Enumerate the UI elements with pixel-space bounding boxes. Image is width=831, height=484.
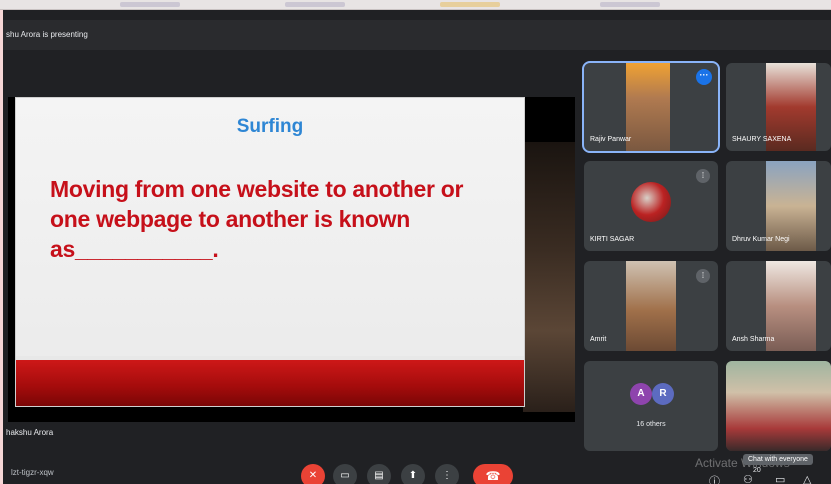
browser-tab[interactable] bbox=[120, 2, 180, 7]
muted-mic-icon: ⁞ bbox=[696, 269, 710, 283]
presenter-name: hakshu Arora bbox=[6, 428, 54, 437]
participant-video bbox=[626, 63, 670, 151]
participant-avatar bbox=[631, 182, 671, 222]
camera-icon[interactable]: ▭ bbox=[333, 464, 357, 484]
participant-tile[interactable]: ⁞ Amrit bbox=[584, 261, 718, 351]
present-now-icon[interactable]: ⬆ bbox=[401, 464, 425, 484]
participant-tile[interactable]: ··· Rajiv Panwar bbox=[582, 61, 720, 153]
meeting-code: lzt-tigzr-xqw bbox=[11, 468, 54, 477]
presenter-background-image bbox=[523, 142, 575, 412]
mic-off-icon[interactable]: ✕ bbox=[301, 464, 325, 484]
slide-footer-band bbox=[16, 356, 524, 406]
participant-tile[interactable]: ⁞ KIRTI SAGAR bbox=[584, 161, 718, 251]
people-icon[interactable]: ⚇ bbox=[743, 473, 753, 484]
presenting-bar: shu Arora is presenting bbox=[3, 20, 831, 50]
more-options-icon[interactable]: ··· bbox=[696, 69, 712, 85]
more-options-icon[interactable]: ⋮ bbox=[435, 464, 459, 484]
chat-tooltip: Chat with everyone bbox=[743, 454, 813, 465]
muted-mic-icon: ⁞ bbox=[696, 169, 710, 183]
participant-name: Rajiv Panwar bbox=[590, 136, 632, 143]
presentation-stage: Surfing Moving from one website to anoth… bbox=[8, 97, 575, 422]
presentation-slide: Surfing Moving from one website to anoth… bbox=[15, 97, 525, 407]
participant-count: 20 bbox=[753, 467, 761, 474]
others-avatar-r: R bbox=[652, 383, 674, 405]
others-count-label: 16 others bbox=[636, 421, 666, 428]
info-icon[interactable]: ⓘ bbox=[709, 473, 720, 484]
meet-window: shu Arora is presenting Surfing Moving f… bbox=[3, 10, 831, 484]
captions-icon[interactable]: ▤ bbox=[367, 464, 391, 484]
others-avatar-a: A bbox=[630, 383, 652, 405]
browser-tab[interactable] bbox=[440, 2, 500, 7]
participant-name: Ansh Sharma bbox=[732, 336, 775, 343]
participant-name: KIRTI SAGAR bbox=[590, 236, 635, 243]
participant-tile[interactable]: Dhruv Kumar Negi bbox=[726, 161, 831, 251]
participant-tile[interactable]: Ansh Sharma bbox=[726, 261, 831, 351]
browser-tab[interactable] bbox=[600, 2, 660, 7]
slide-title: Surfing bbox=[236, 116, 304, 137]
browser-tab[interactable] bbox=[285, 2, 345, 7]
chat-icon[interactable]: ▭ bbox=[775, 473, 785, 484]
participant-tile[interactable]: SHAURY SAXENA bbox=[726, 63, 831, 151]
participant-name: Amrit bbox=[590, 336, 607, 343]
end-call-button[interactable]: ☎ bbox=[473, 464, 513, 484]
participant-name: SHAURY SAXENA bbox=[732, 136, 792, 143]
slide-body: Moving from one website to another or on… bbox=[50, 176, 464, 262]
participant-name: Dhruv Kumar Negi bbox=[732, 236, 790, 243]
self-video bbox=[726, 361, 831, 451]
participant-video bbox=[626, 261, 676, 351]
browser-tab-strip bbox=[0, 0, 831, 10]
self-tile[interactable] bbox=[726, 361, 831, 451]
others-tile[interactable]: A R 16 others bbox=[584, 361, 718, 451]
activities-icon[interactable]: △ bbox=[803, 473, 811, 484]
